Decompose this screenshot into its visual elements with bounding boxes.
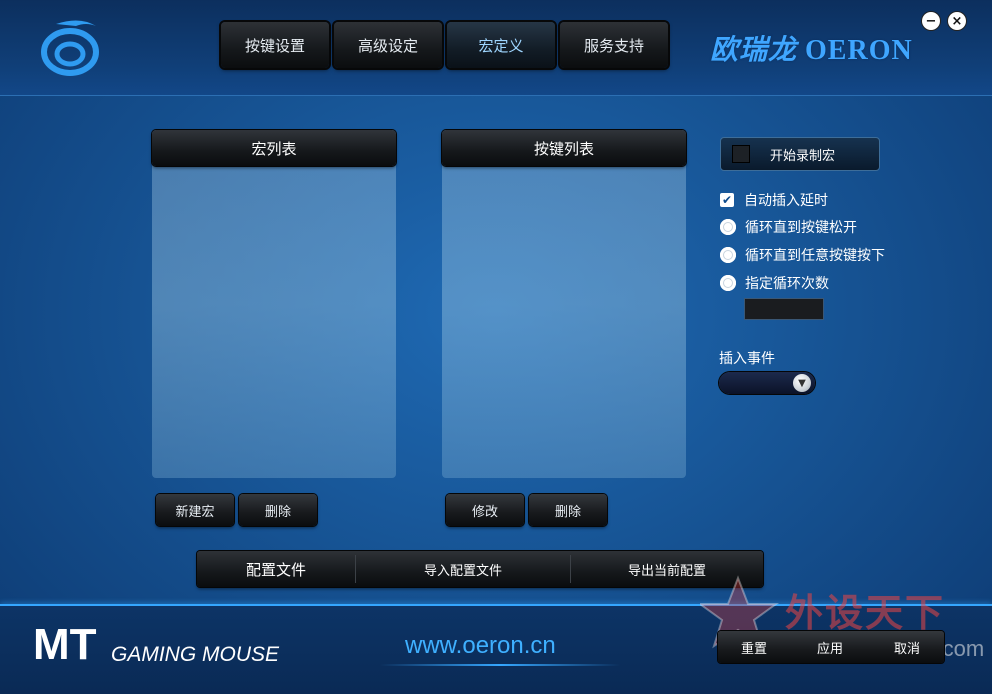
auto-insert-delay-checkbox[interactable]: ✔ xyxy=(720,193,734,207)
minimize-icon[interactable]: − xyxy=(922,12,940,30)
product-name: MT xyxy=(33,620,97,669)
new-macro-button[interactable]: 新建宏 xyxy=(156,494,234,526)
record-indicator xyxy=(732,145,750,163)
start-recording-label: 开始录制宏 xyxy=(770,148,836,164)
edit-key-button[interactable]: 修改 xyxy=(446,494,524,526)
specified-loop-count-label: 指定循环次数 xyxy=(745,276,829,292)
loop-until-any-key-radio[interactable] xyxy=(720,247,736,263)
export-config-button[interactable]: 导出当前配置 xyxy=(571,551,763,587)
auto-insert-delay-label: 自动插入延时 xyxy=(744,193,828,209)
specified-loop-count-radio[interactable] xyxy=(720,275,736,291)
brand-cn: 欧瑞龙 xyxy=(710,33,798,66)
macro-list-title: 宏列表 xyxy=(152,130,396,166)
tab-advanced-settings[interactable]: 高级设定 xyxy=(334,22,442,68)
start-recording-button[interactable]: 开始录制宏 xyxy=(720,137,880,171)
loop-until-any-key-label: 循环直到任意按键按下 xyxy=(745,248,885,264)
apply-button[interactable]: 应用 xyxy=(794,631,866,663)
loop-until-release-option[interactable]: 循环直到按键松开 xyxy=(720,216,857,238)
chevron-down-icon[interactable]: ▼ xyxy=(793,374,811,392)
header-bar: 按键设置 高级设定 宏定义 服务支持 欧瑞龙 OERON − × xyxy=(0,0,992,96)
website-link[interactable]: www.oeron.cn xyxy=(405,632,556,660)
website-underline xyxy=(380,664,620,666)
oeron-logo-icon xyxy=(41,20,99,76)
tab-key-settings[interactable]: 按键设置 xyxy=(221,22,329,68)
tab-macro-definition[interactable]: 宏定义 xyxy=(447,22,555,68)
close-icon[interactable]: × xyxy=(948,12,966,30)
key-list-panel[interactable]: 按键列表 xyxy=(442,130,686,478)
reset-button[interactable]: 重置 xyxy=(718,631,790,663)
import-config-button[interactable]: 导入配置文件 xyxy=(356,551,570,587)
config-file-title: 配置文件 xyxy=(245,560,306,579)
delete-macro-button[interactable]: 删除 xyxy=(239,494,317,526)
macro-list-panel[interactable]: 宏列表 xyxy=(152,130,396,478)
loop-until-any-key-option[interactable]: 循环直到任意按键按下 xyxy=(720,244,885,266)
loop-count-input[interactable] xyxy=(744,298,824,320)
loop-until-release-radio[interactable] xyxy=(720,219,736,235)
delete-key-button[interactable]: 删除 xyxy=(529,494,607,526)
bottom-actions: 重置 应用 取消 xyxy=(718,631,944,663)
loop-until-release-label: 循环直到按键松开 xyxy=(745,220,857,236)
product-subtitle: GAMING MOUSE xyxy=(111,643,280,666)
brand-en: OERON xyxy=(805,35,913,66)
config-file-bar: 配置文件 导入配置文件 导出当前配置 xyxy=(197,551,763,587)
cancel-button[interactable]: 取消 xyxy=(870,631,944,663)
brand-logo: 欧瑞龙 OERON xyxy=(710,28,913,68)
watermark-text: 外设天下 xyxy=(785,591,946,635)
specified-loop-count-option[interactable]: 指定循环次数 xyxy=(720,272,829,294)
tab-service-support[interactable]: 服务支持 xyxy=(560,22,668,68)
key-list-title: 按键列表 xyxy=(442,130,686,166)
auto-insert-delay-option[interactable]: ✔ 自动插入延时 xyxy=(720,189,828,211)
insert-event-label: 插入事件 xyxy=(719,351,775,367)
insert-event-dropdown[interactable]: ▼ xyxy=(719,372,815,394)
